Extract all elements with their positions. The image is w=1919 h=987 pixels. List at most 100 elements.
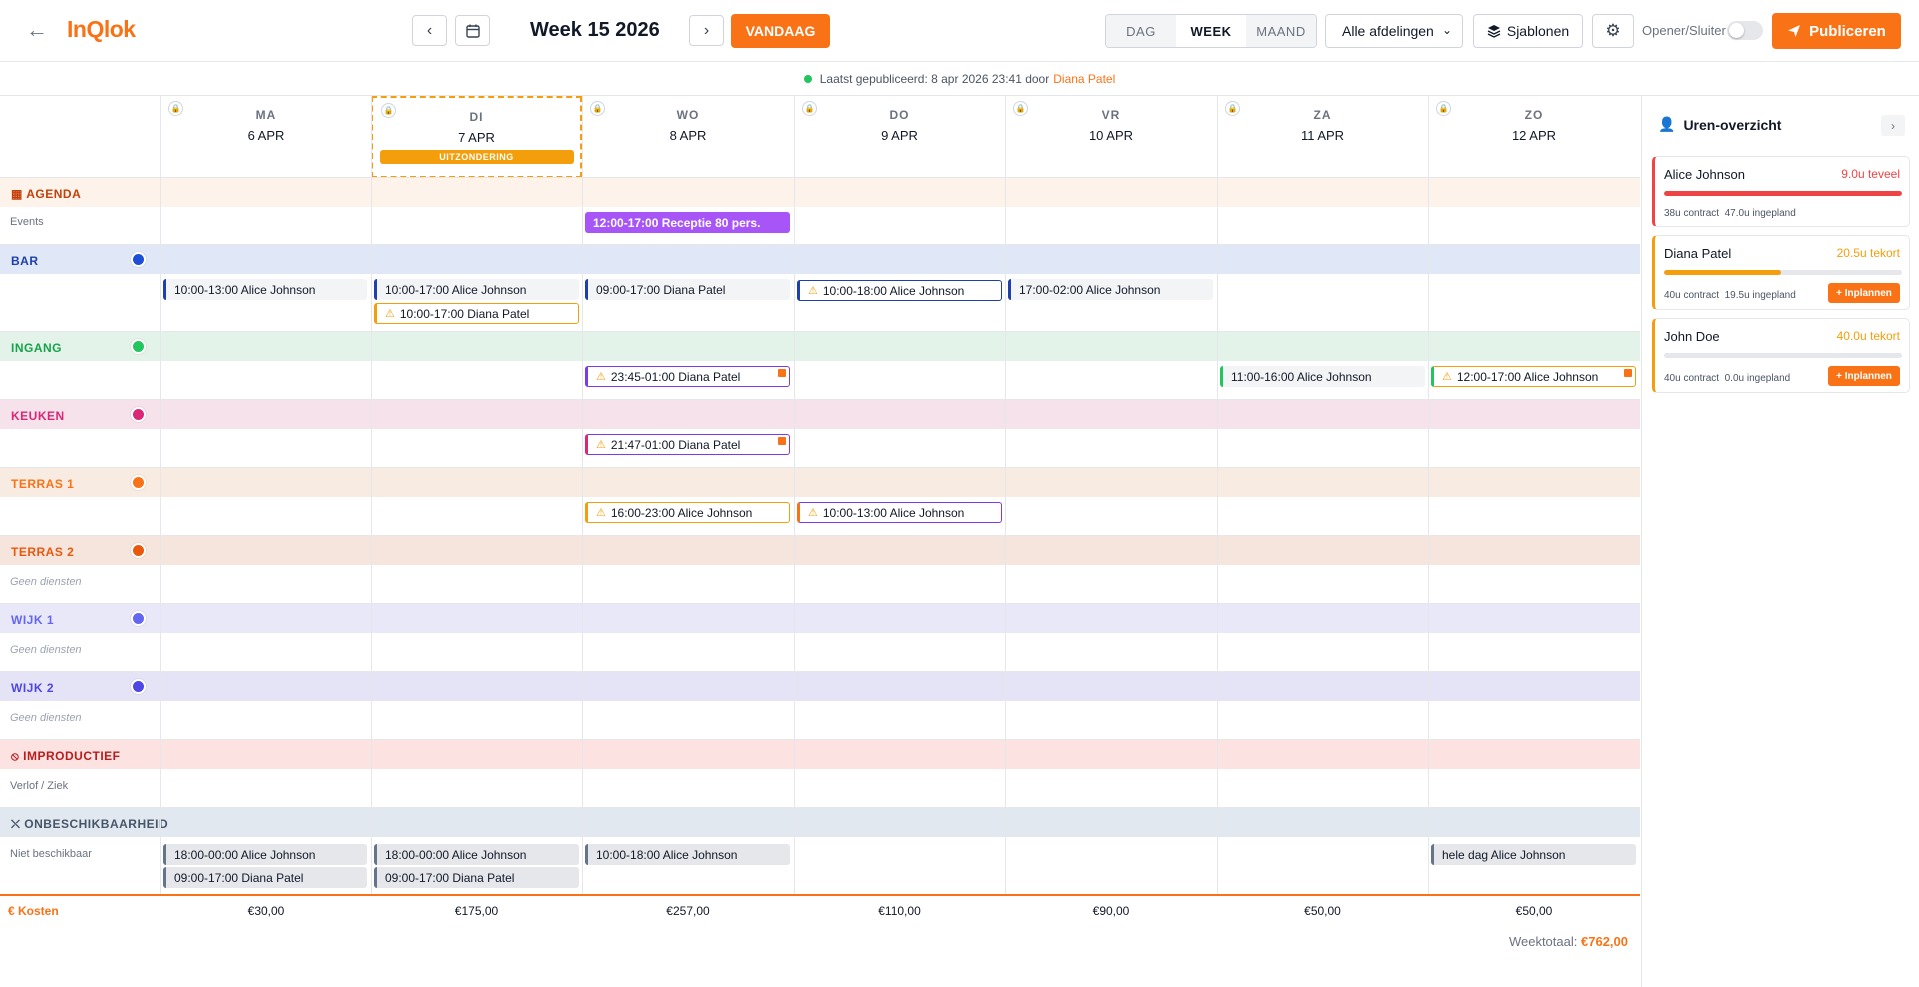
contract-hours: 38u contract [1664,208,1720,219]
settings-button[interactable]: ⚙ [1592,14,1634,48]
column-divider [1217,96,1218,894]
department-select[interactable]: Alle afdelingen ⌄ [1325,14,1463,48]
department-label: WIJK 1 [11,613,55,627]
unavailable-row-label: Niet beschikbaar [10,848,92,860]
hours-progress-bar [1664,270,1902,275]
lock-icon[interactable]: 🔒 [1436,101,1451,116]
week-total: Weektotaal: €762,00 [0,924,1640,957]
shift-item-warning[interactable]: ⚠ 21:47-01:00 Diana Patel [585,434,790,455]
schedule-employee-button[interactable]: + Inplannen [1828,283,1900,303]
user-slash-icon: ⛌ [11,817,21,831]
app-logo: InQlok [67,16,136,42]
no-shifts-label: Geen diensten [10,712,82,724]
opener-closer-label: Opener/Sluiter [1642,23,1726,38]
templates-button[interactable]: Sjablonen [1473,14,1583,48]
cost-label-text: Kosten [18,904,59,918]
day-name: DI [469,110,484,124]
lock-icon[interactable]: 🔒 [168,101,183,116]
department-select-value: Alle afdelingen [1342,23,1434,39]
leave-row-label: Verlof / Ziek [10,780,69,792]
unavailability-label-text: ONBESCHIKBAARHEID [24,817,169,831]
day-cost: €90,00 [1092,904,1130,918]
lock-icon[interactable]: 🔒 [1225,101,1240,116]
hours-meta: 38u contract 47.0u ingepland [1664,208,1796,219]
shift-item-warning[interactable]: ⚠ 16:00-23:00 Alice Johnson [585,502,790,523]
publish-button[interactable]: Publiceren [1772,13,1901,49]
view-month-tab[interactable]: MAAND [1246,15,1316,47]
unavailability-item[interactable]: hele dag Alice Johnson [1431,844,1636,865]
panel-header: 👤 Uren-overzicht [1658,116,1781,133]
lock-icon[interactable]: 🔒 [802,101,817,116]
shift-text: 10:00-18:00 Alice Johnson [822,283,965,298]
hours-overview-panel: 👤 Uren-overzicht › Alice Johnson 9.0u te… [1641,96,1919,987]
unavailability-item[interactable]: 18:00-00:00 Alice Johnson [374,844,579,865]
lock-icon[interactable]: 🔒 [590,101,605,116]
day-date: 11 APR [1300,128,1345,143]
shift-item-warning[interactable]: ⚠ 10:00-13:00 Alice Johnson [797,502,1002,523]
view-day-tab[interactable]: DAG [1106,15,1176,47]
shift-item[interactable]: 11:00-16:00 Alice Johnson [1220,366,1425,387]
warning-icon: ⚠ [808,507,818,519]
employee-hours-card[interactable]: John Doe 40.0u tekort 40u contract 0.0u … [1652,318,1910,393]
unavailability-item[interactable]: 09:00-17:00 Diana Patel [374,867,579,888]
view-week-tab[interactable]: WEEK [1176,15,1246,47]
prev-week-button[interactable]: ‹ [412,15,447,46]
department-label: TERRAS 2 [11,545,75,559]
hours-meta: 40u contract 0.0u ingepland [1664,373,1790,384]
toggle-knob [1729,23,1744,38]
shift-item[interactable]: 10:00-17:00 Alice Johnson [374,279,579,300]
published-by[interactable]: Diana Patel [1053,72,1115,86]
calendar-flag-icon [778,369,786,377]
day-name: WO [676,108,700,122]
schedule-employee-button[interactable]: + Inplannen [1828,366,1900,386]
shift-text: 21:47-01:00 Diana Patel [610,437,741,452]
column-divider [1005,96,1006,894]
department-label: KEUKEN [11,409,65,423]
shift-item-warning[interactable]: ⚠ 10:00-18:00 Alice Johnson [797,280,1002,301]
top-bar: ← InQlok ‹ Week 15 2026 › VANDAAG DAG WE… [0,0,1919,62]
chevron-left-icon: ‹ [426,21,433,39]
next-week-button[interactable]: › [689,15,724,46]
unavailability-item[interactable]: 10:00-18:00 Alice Johnson [585,844,790,865]
event-item[interactable]: 12:00-17:00 Receptie 80 pers. [585,212,790,233]
view-switcher: DAG WEEK MAAND [1105,14,1317,48]
back-arrow-icon[interactable]: ← [26,18,48,42]
calendar-picker-button[interactable] [455,15,490,46]
improductive-label-text: IMPRODUCTIEF [23,749,121,763]
progress-fill [1664,191,1902,196]
warning-icon: ⚠ [596,507,606,519]
day-cost: €30,00 [247,904,285,918]
shift-item[interactable]: 17:00-02:00 Alice Johnson [1008,279,1213,300]
employee-hours-card[interactable]: Diana Patel 20.5u tekort 40u contract 19… [1652,235,1910,310]
unavailability-label: ⛌ ONBESCHIKBAARHEID [11,817,168,832]
unavailability-band: ⛌ ONBESCHIKBAARHEID [0,808,1640,837]
shift-item[interactable]: 10:00-13:00 Alice Johnson [163,279,367,300]
cost-row: € Kosten €30,00 €175,00 €257,00 €110,00 … [0,894,1640,924]
employee-hours-card[interactable]: Alice Johnson 9.0u teveel 38u contract 4… [1652,156,1910,227]
lock-icon[interactable]: 🔒 [381,103,396,118]
unavailability-item[interactable]: 18:00-00:00 Alice Johnson [163,844,367,865]
planned-hours: 47.0u ingepland [1724,208,1796,219]
calendar-flag-icon [778,437,786,445]
unavailability-item[interactable]: 09:00-17:00 Diana Patel [163,867,367,888]
today-button[interactable]: VANDAAG [731,14,830,48]
department-color-dot [131,252,146,267]
department-band-terras-1: TERRAS 1 [0,468,1640,497]
department-label: WIJK 2 [11,681,55,695]
day-name: ZA [1313,108,1332,122]
calendar-icon: ▦ [11,187,23,201]
shift-item-warning[interactable]: ⚠ 23:45-01:00 Diana Patel [585,366,790,387]
day-cost: €257,00 [666,904,710,918]
shift-item-warning[interactable]: ⚠ 12:00-17:00 Alice Johnson [1431,366,1636,387]
lock-icon[interactable]: 🔒 [1013,101,1028,116]
published-info-bar: Laatst gepubliceerd: 8 apr 2026 23:41 do… [0,62,1919,96]
hours-meta: 40u contract 19.5u ingepland [1664,290,1796,301]
day-date: 8 APR [669,128,707,143]
shift-item-warning[interactable]: ⚠ 10:00-17:00 Diana Patel [374,303,579,324]
shift-text: 23:45-01:00 Diana Patel [610,369,741,384]
chevron-right-icon: › [703,21,710,39]
collapse-panel-button[interactable]: › [1881,115,1905,136]
opener-closer-toggle[interactable] [1727,21,1763,40]
shift-item[interactable]: 09:00-17:00 Diana Patel [585,279,790,300]
department-label: BAR [11,254,39,268]
